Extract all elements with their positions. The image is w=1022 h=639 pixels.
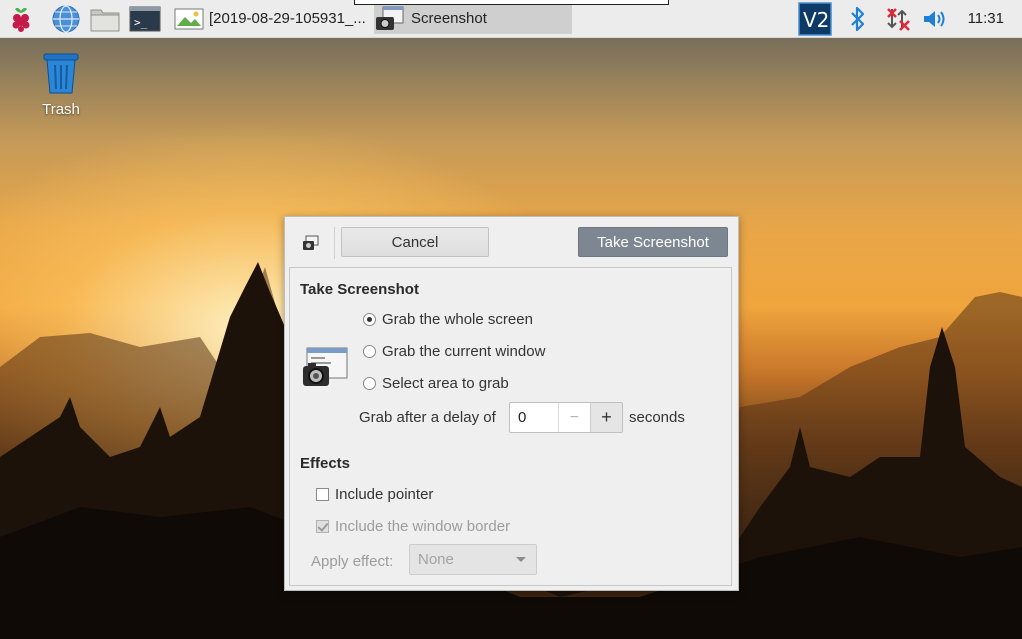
- svg-text:V2: V2: [803, 8, 829, 32]
- include-pointer-checkbox[interactable]: [316, 488, 329, 501]
- screenshot-app-icon: [302, 235, 320, 254]
- trash-label: Trash: [42, 101, 80, 118]
- radio-select-area[interactable]: [363, 377, 376, 390]
- trash-icon: [43, 53, 79, 94]
- image-viewer-icon: [174, 8, 204, 29]
- option-whole-screen[interactable]: Grab the whole screen: [363, 311, 533, 328]
- desktop-icon-trash[interactable]: Trash: [31, 50, 91, 118]
- include-border-checkbox: [316, 520, 329, 533]
- task-label: Screenshot: [411, 10, 487, 27]
- network-disconnected-icon[interactable]: [882, 3, 914, 34]
- option-current-window[interactable]: Grab the current window: [363, 343, 545, 360]
- take-screenshot-button[interactable]: Take Screenshot: [578, 227, 728, 257]
- header-separator: [334, 227, 335, 259]
- task-image-viewer[interactable]: [2019-08-29-105931_...: [172, 3, 372, 34]
- task-label: [2019-08-29-105931_...: [209, 10, 366, 27]
- volume-icon[interactable]: [920, 3, 950, 34]
- effects-heading: Effects: [300, 455, 351, 472]
- terminal-icon[interactable]: >_: [127, 3, 163, 34]
- include-pointer-option[interactable]: Include pointer: [316, 486, 433, 503]
- option-label: Grab the current window: [382, 343, 546, 360]
- chevron-down-icon: [516, 557, 526, 562]
- raspberry-menu-icon[interactable]: [4, 3, 38, 34]
- radio-whole-screen[interactable]: [363, 313, 376, 326]
- screenshot-dialog: Cancel Take Screenshot Take Screenshot G…: [284, 216, 739, 591]
- apply-effect-label: Apply effect:: [311, 553, 394, 570]
- increment-button[interactable]: +: [589, 403, 622, 432]
- delay-spinner: 0 − +: [509, 402, 623, 433]
- clock[interactable]: 11:31: [968, 0, 1004, 37]
- screenshot-camera-icon: [302, 346, 350, 393]
- option-select-area[interactable]: Select area to grab: [363, 375, 509, 392]
- dialog-header: Cancel Take Screenshot: [285, 217, 738, 267]
- screenshot-app-icon: [376, 6, 404, 30]
- apply-effect-dropdown: None: [409, 544, 537, 575]
- apply-effect-value: None: [418, 551, 454, 568]
- dialog-content: Take Screenshot Grab the whole screen Gr…: [289, 267, 732, 586]
- option-label: Grab the whole screen: [382, 311, 533, 328]
- cancel-button[interactable]: Cancel: [341, 227, 489, 257]
- take-screenshot-heading: Take Screenshot: [300, 281, 419, 298]
- taskbar: >_ [2019-08-29-105931_... Screenshot V2: [0, 0, 1022, 38]
- vnc-icon[interactable]: V2: [797, 1, 833, 36]
- radio-current-window[interactable]: [363, 345, 376, 358]
- web-browser-icon[interactable]: [48, 3, 84, 34]
- delay-input[interactable]: 0: [510, 403, 558, 432]
- include-pointer-label: Include pointer: [335, 486, 434, 503]
- include-border-option: Include the window border: [316, 518, 510, 535]
- decrement-button[interactable]: −: [557, 403, 590, 432]
- file-manager-icon[interactable]: [87, 3, 123, 34]
- tooltip-remnant: [354, 0, 669, 5]
- seconds-label: seconds: [629, 409, 685, 426]
- delay-label: Grab after a delay of: [359, 409, 496, 426]
- task-screenshot[interactable]: Screenshot: [374, 3, 572, 34]
- svg-text:>_: >_: [134, 16, 148, 29]
- bluetooth-icon[interactable]: [845, 3, 871, 34]
- include-border-label: Include the window border: [335, 518, 511, 535]
- option-label: Select area to grab: [382, 375, 509, 392]
